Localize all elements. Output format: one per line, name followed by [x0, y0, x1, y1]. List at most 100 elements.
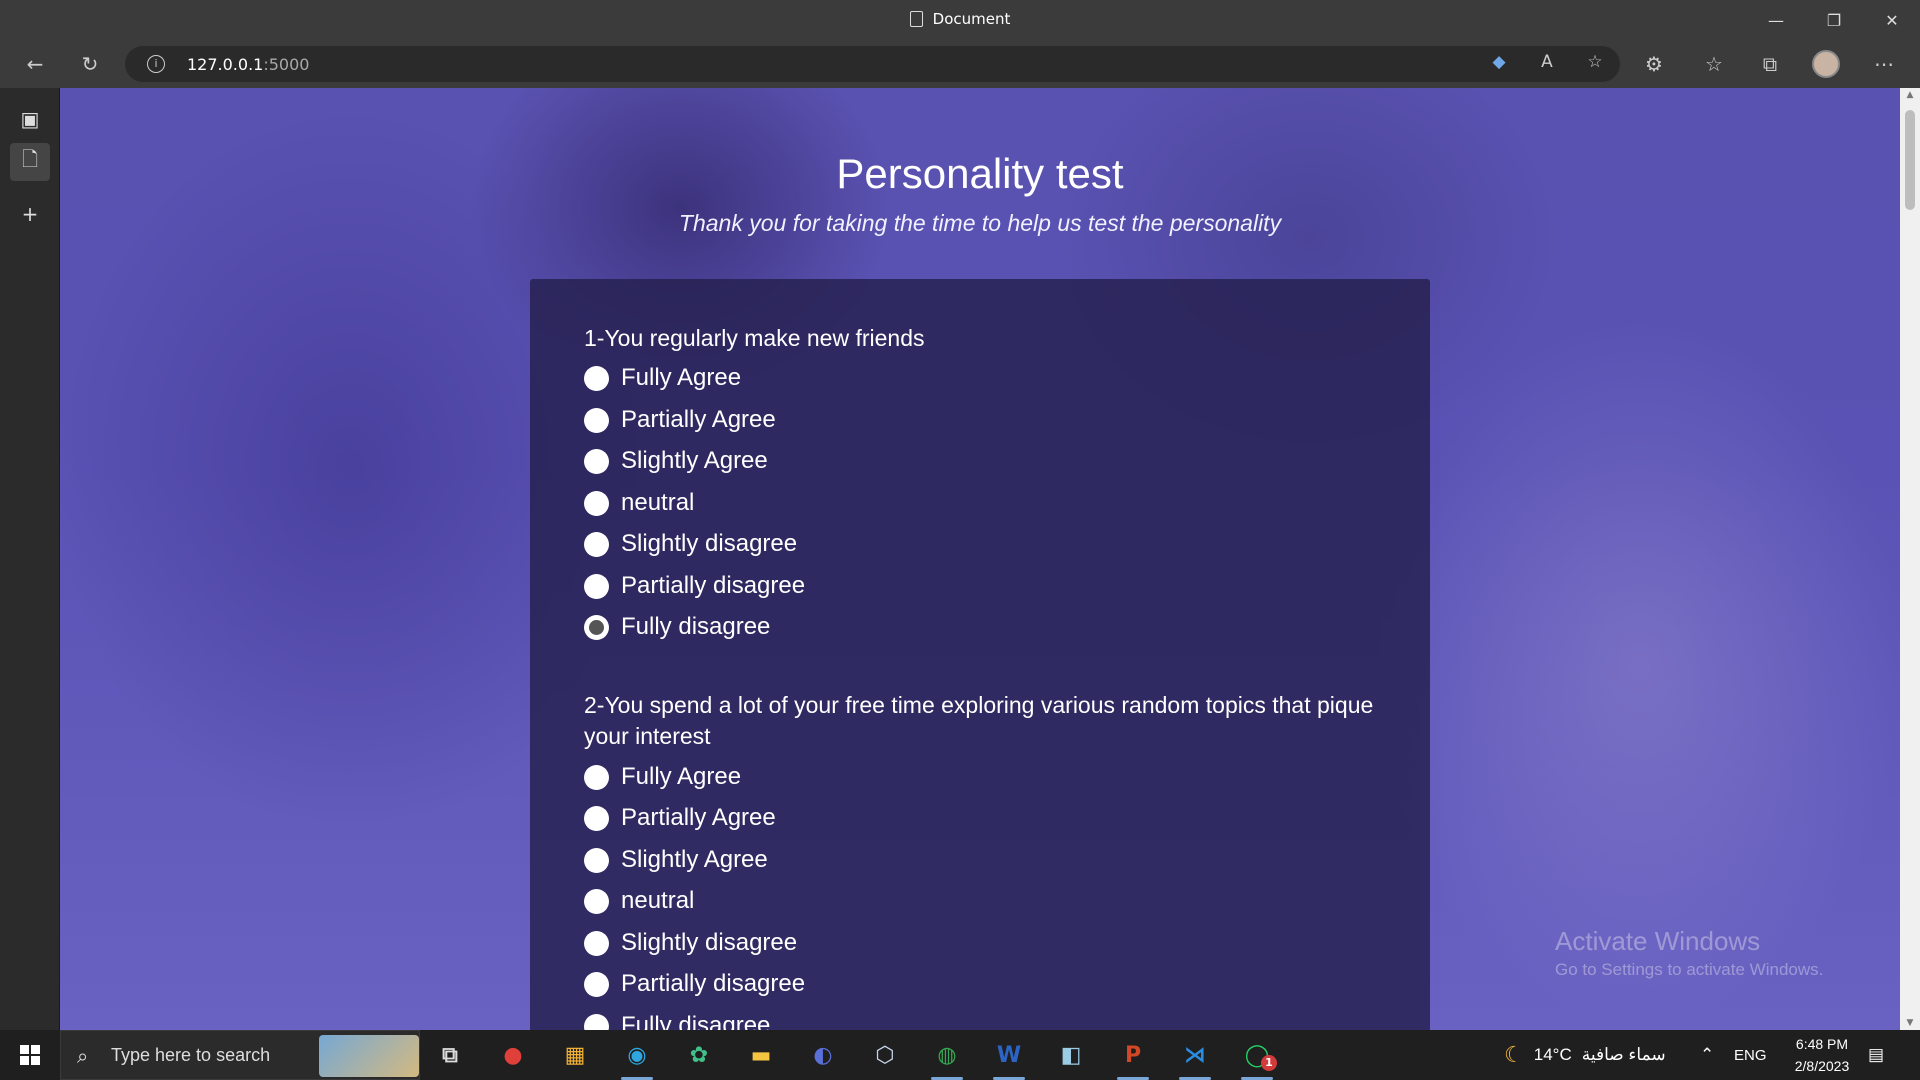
task-view-icon[interactable]: ⧉: [424, 1035, 476, 1075]
radio-button[interactable]: [584, 365, 609, 391]
favorites-icon[interactable]: ☆: [1696, 48, 1732, 80]
q1-option-fully-disagree[interactable]: Fully disagree: [584, 613, 770, 641]
refresh-icon[interactable]: ↻: [72, 48, 108, 80]
moon-icon: ☾: [1504, 1042, 1524, 1067]
option-label: neutral: [621, 489, 695, 516]
clock-time: 6:48 PM: [1795, 1036, 1849, 1052]
document-icon: [909, 11, 923, 27]
word-icon[interactable]: W: [983, 1035, 1035, 1080]
q1-option-partially-disagree[interactable]: Partially disagree: [584, 572, 805, 600]
clock-date: 2/8/2023: [1794, 1058, 1850, 1074]
scroll-down-arrow-icon[interactable]: ▼: [1900, 1018, 1920, 1028]
option-label: Partially Agree: [621, 406, 776, 433]
add-favorite-icon[interactable]: ☆: [1581, 52, 1609, 76]
weather-description: سماء صافية: [1581, 1045, 1666, 1064]
option-label: neutral: [621, 887, 695, 914]
taskbar-search-box[interactable]: ⌕ Type here to search: [60, 1030, 420, 1080]
q1-option-partially-agree[interactable]: Partially Agree: [584, 406, 776, 434]
site-info-icon[interactable]: i: [147, 55, 165, 73]
back-arrow-icon[interactable]: ←: [17, 48, 53, 80]
option-label: Partially Agree: [621, 804, 776, 831]
radio-button[interactable]: [584, 490, 609, 516]
extensions-icon[interactable]: ⚙: [1636, 48, 1672, 80]
address-bar[interactable]: i 127.0.0.1:5000 ◆ A ☆: [125, 46, 1620, 82]
powerpoint-icon[interactable]: P: [1107, 1035, 1159, 1080]
radio-button[interactable]: [584, 448, 609, 474]
minimize-button[interactable]: —: [1748, 0, 1804, 40]
page-title: Personality test: [836, 150, 1124, 197]
activate-windows-hint: Go to Settings to activate Windows.: [1555, 960, 1824, 979]
radio-button[interactable]: [584, 847, 609, 873]
vscode-icon[interactable]: ⋊: [1169, 1035, 1221, 1080]
option-label: Slightly Agree: [621, 846, 768, 873]
show-hidden-icons-chevron-icon[interactable]: ⌃: [1700, 1030, 1714, 1080]
radio-button[interactable]: [584, 1013, 609, 1030]
q2-option-neutral[interactable]: neutral: [584, 887, 694, 915]
radio-button-selected[interactable]: [584, 614, 609, 640]
radio-button[interactable]: [584, 407, 609, 433]
vertical-scrollbar[interactable]: ▲ ▼: [1900, 88, 1920, 1030]
tab-actions-icon[interactable]: ▣: [10, 100, 50, 138]
option-label: Partially disagree: [621, 572, 806, 599]
scroll-up-arrow-icon[interactable]: ▲: [1900, 90, 1920, 100]
q2-option-fully-agree[interactable]: Fully Agree: [584, 763, 741, 791]
radio-button[interactable]: [584, 531, 609, 557]
whatsapp-icon[interactable]: ◯ 1: [1231, 1035, 1283, 1080]
radio-button[interactable]: [584, 930, 609, 956]
notification-center-icon[interactable]: ▤: [1868, 1030, 1884, 1080]
tab-document[interactable]: 🗋: [10, 143, 50, 181]
clock[interactable]: 6:48 PM 2/8/2023: [1782, 1030, 1862, 1080]
eclipse-icon[interactable]: ◐: [797, 1035, 849, 1075]
restore-button[interactable]: ❐: [1806, 0, 1862, 40]
url-host: 127.0.0.1: [187, 55, 264, 74]
notes-app-icon[interactable]: ◧: [1045, 1035, 1097, 1075]
chrome-icon[interactable]: ◍: [921, 1035, 973, 1080]
q2-option-slightly-agree[interactable]: Slightly Agree: [584, 846, 768, 874]
scrollbar-thumb[interactable]: [1905, 110, 1915, 210]
chatgpt-app-icon[interactable]: ✿: [673, 1035, 725, 1075]
tab-title-text: Document: [932, 10, 1011, 28]
radio-button[interactable]: [584, 805, 609, 831]
url-text[interactable]: 127.0.0.1:5000: [187, 55, 309, 74]
radio-button[interactable]: [584, 971, 609, 997]
search-placeholder: Type here to search: [111, 1045, 271, 1065]
q1-option-neutral[interactable]: neutral: [584, 489, 694, 517]
url-port: :5000: [263, 55, 310, 74]
file-explorer-icon[interactable]: ▬: [735, 1035, 787, 1075]
option-label: Fully disagree: [621, 1012, 771, 1030]
close-button[interactable]: ✕: [1864, 0, 1920, 40]
option-label: Fully disagree: [621, 613, 771, 640]
radio-button[interactable]: [584, 888, 609, 914]
q1-option-slightly-agree[interactable]: Slightly Agree: [584, 447, 768, 475]
browser-toolbar: ← ↻ i 127.0.0.1:5000 ◆ A ☆ ⚙ ☆ ⧉ ⋯: [0, 40, 1920, 88]
tab-title: Document: [0, 10, 1920, 28]
webcam-app-icon[interactable]: ●: [487, 1035, 539, 1075]
radio-button[interactable]: [584, 764, 609, 790]
edge-browser-icon[interactable]: ◉: [611, 1035, 663, 1080]
q2-option-fully-disagree[interactable]: Fully disagree: [584, 1012, 770, 1030]
q1-option-slightly-disagree[interactable]: Slightly disagree: [584, 530, 797, 558]
input-language[interactable]: ENG: [1734, 1030, 1767, 1080]
q2-option-partially-disagree[interactable]: Partially disagree: [584, 970, 805, 998]
q2-option-partially-agree[interactable]: Partially Agree: [584, 804, 776, 832]
option-label: Slightly disagree: [621, 530, 798, 557]
activate-windows-title: Activate Windows: [1555, 926, 1761, 956]
q2-option-slightly-disagree[interactable]: Slightly disagree: [584, 929, 797, 957]
vertical-tabs-sidebar: ▣ 🗋 +: [0, 88, 60, 1030]
page-subtitle: Thank you for taking the time to help us…: [678, 210, 1282, 236]
start-button[interactable]: [0, 1030, 60, 1080]
profile-avatar[interactable]: [1808, 48, 1844, 80]
read-aloud-icon[interactable]: A: [1533, 52, 1561, 76]
virtualbox-icon[interactable]: ⬡: [859, 1035, 911, 1075]
radio-button[interactable]: [584, 573, 609, 599]
coupon-tag-icon[interactable]: ◆: [1485, 52, 1513, 76]
q1-option-fully-agree[interactable]: Fully Agree: [584, 364, 741, 392]
option-label: Slightly disagree: [621, 929, 798, 956]
collections-icon[interactable]: ⧉: [1752, 48, 1788, 80]
microsoft-store-icon[interactable]: ▦: [549, 1035, 601, 1075]
window-title-bar: Document — ❐ ✕: [0, 0, 1920, 40]
more-menu-icon[interactable]: ⋯: [1866, 48, 1902, 80]
new-tab-icon[interactable]: +: [10, 195, 50, 233]
question-1-text: 1-You regularly make new friends: [584, 325, 925, 351]
weather-widget[interactable]: ☾ 14°C سماء صافية: [1504, 1030, 1666, 1080]
